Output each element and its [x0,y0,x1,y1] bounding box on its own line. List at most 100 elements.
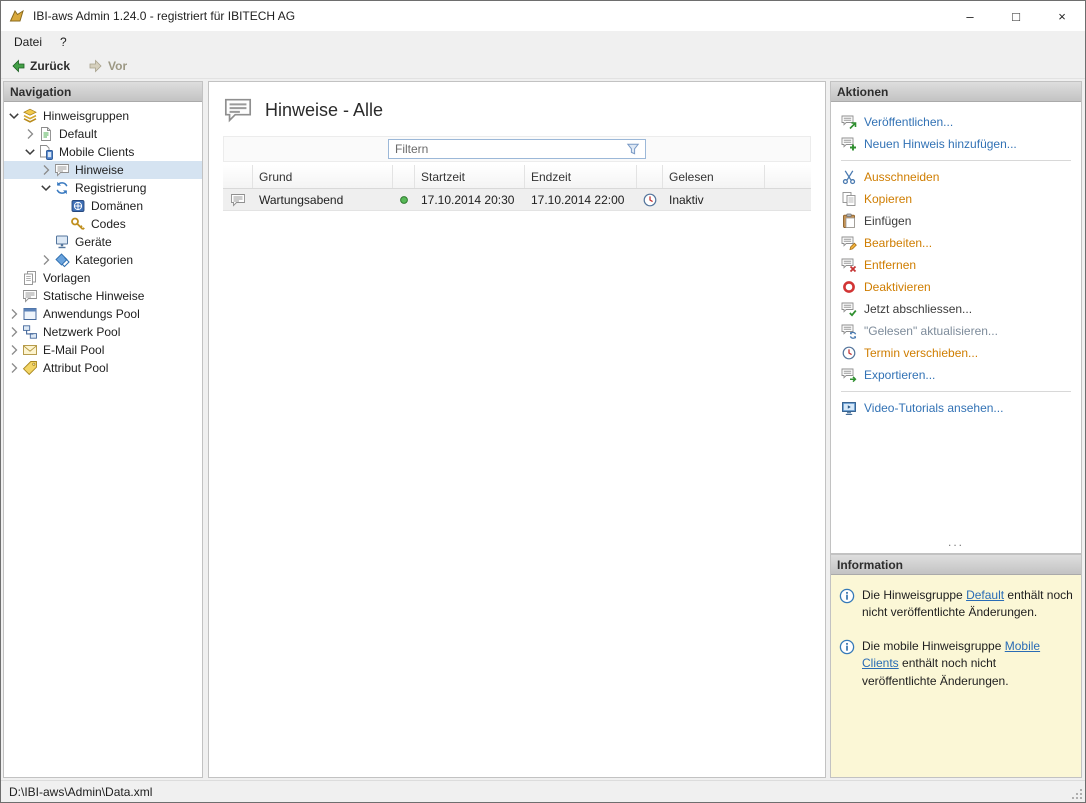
copy-icon [841,191,857,207]
chevron-down-icon[interactable] [6,108,22,124]
navigation-panel: Navigation Hinweisgruppen Default Mobile… [3,81,203,778]
filter-input[interactable] [395,142,625,156]
tree-item-codes[interactable]: Codes [4,215,202,233]
filter-box[interactable] [388,139,646,159]
tree-item-geraete[interactable]: Geräte [4,233,202,251]
key-icon [70,216,87,232]
table-row[interactable]: Wartungsabend 17.10.2014 20:30 17.10.201… [223,189,811,211]
chevron-down-icon[interactable] [22,144,38,160]
action-entfernen[interactable]: Entfernen [841,254,1071,276]
action-video-tutorials[interactable]: Video-Tutorials ansehen... [841,397,1071,419]
chevron-right-icon[interactable] [6,324,22,340]
email-pool-icon [22,342,39,358]
templates-icon [22,270,39,286]
registration-icon [54,180,71,196]
tree-item-hinweisgruppen[interactable]: Hinweisgruppen [4,107,202,125]
chevron-right-icon[interactable] [38,162,54,178]
column-header-gelesen-icon[interactable] [637,165,663,188]
chevron-spacer [54,198,70,214]
notices-table: Grund Startzeit Endzeit Gelesen Wartungs… [223,136,811,763]
menu-help[interactable]: ? [51,33,76,51]
action-neuen-hinweis-hinzufuegen[interactable]: Neuen Hinweis hinzufügen... [841,133,1071,155]
column-header-endzeit[interactable]: Endzeit [525,165,637,188]
add-notice-icon [841,136,857,152]
tree-item-statische-hinweise[interactable]: Statische Hinweise [4,287,202,305]
page-title: Hinweise - Alle [265,100,383,121]
tree-item-mobile-clients[interactable]: Mobile Clients [4,143,202,161]
categories-icon [54,252,71,268]
main-panel: Hinweise - Alle Grund Startzeit Endzeit [208,81,826,778]
chevron-right-icon[interactable] [38,252,54,268]
action-jetzt-abschliessen[interactable]: Jetzt abschliessen... [841,298,1071,320]
tree-item-default[interactable]: Default [4,125,202,143]
devices-icon [54,234,71,250]
tree-item-label: Default [55,127,97,141]
application-pool-icon [22,306,39,322]
reschedule-clock-icon [841,345,857,361]
minimize-button[interactable]: – [947,1,993,31]
publish-icon [841,114,857,130]
action-kopieren[interactable]: Kopieren [841,188,1071,210]
tree-item-attribut-pool[interactable]: Attribut Pool [4,359,202,377]
tree-item-label: E-Mail Pool [39,343,104,357]
status-bar: D:\IBI-aws\Admin\Data.xml [1,780,1085,802]
action-label: Exportieren... [864,368,935,382]
tree-item-netzwerk-pool[interactable]: Netzwerk Pool [4,323,202,341]
toolbar: Zurück Vor [1,53,1085,79]
menu-datei[interactable]: Datei [5,33,51,51]
column-header-status[interactable] [393,165,415,188]
action-deaktivieren[interactable]: Deaktivieren [841,276,1071,298]
app-window: IBI-aws Admin 1.24.0 - registriert für I… [0,0,1086,803]
column-header-gelesen[interactable]: Gelesen [663,165,765,188]
close-button[interactable]: × [1039,1,1085,31]
actions-overflow-indicator[interactable]: ... [841,537,1071,547]
column-header-notice-icon[interactable] [223,165,253,188]
tree-item-registrierung[interactable]: Registrierung [4,179,202,197]
cell-endzeit: 17.10.2014 22:00 [525,193,637,207]
action-label: Video-Tutorials ansehen... [864,401,1003,415]
export-icon [841,367,857,383]
chevron-right-icon[interactable] [22,126,38,142]
action-veroeffentlichen[interactable]: Veröffentlichen... [841,111,1071,133]
filter-funnel-icon[interactable] [625,141,641,157]
page-title-row: Hinweise - Alle [209,82,825,136]
chevron-right-icon[interactable] [6,360,22,376]
actions-panel: Aktionen Veröffentlichen... Neuen Hinwei… [830,81,1082,554]
action-ausschneiden[interactable]: Ausschneiden [841,166,1071,188]
notice-groups-icon [22,108,39,124]
chevron-right-icon[interactable] [6,306,22,322]
tree-item-domaenen[interactable]: Domänen [4,197,202,215]
tree-item-anwendungs-pool[interactable]: Anwendungs Pool [4,305,202,323]
information-header: Information [831,555,1081,575]
forward-button-label: Vor [108,59,127,73]
forward-button: Vor [83,56,132,76]
info-message: Die Hinweisgruppe Default enthält noch n… [862,587,1073,622]
action-label: Neuen Hinweis hinzufügen... [864,137,1017,151]
back-button[interactable]: Zurück [5,56,75,76]
action-exportieren[interactable]: Exportieren... [841,364,1071,386]
column-header-grund[interactable]: Grund [253,165,393,188]
action-einfuegen[interactable]: Einfügen [841,210,1071,232]
column-header-startzeit[interactable]: Startzeit [415,165,525,188]
edit-icon [841,235,857,251]
navigation-tree: Hinweisgruppen Default Mobile Clients Hi… [4,102,202,777]
action-termin-verschieben[interactable]: Termin verschieben... [841,342,1071,364]
action-gelesen-aktualisieren[interactable]: "Gelesen" aktualisieren... [841,320,1071,342]
action-label: Entfernen [864,258,916,272]
tree-item-kategorien[interactable]: Kategorien [4,251,202,269]
info-link-default[interactable]: Default [966,588,1004,602]
resize-grip-icon[interactable] [1068,785,1084,801]
chevron-down-icon[interactable] [38,180,54,196]
action-label: Veröffentlichen... [864,115,953,129]
maximize-button[interactable]: □ [993,1,1039,31]
filter-bar [223,136,811,162]
action-bearbeiten[interactable]: Bearbeiten... [841,232,1071,254]
info-text-prefix: Die Hinweisgruppe [862,588,966,602]
tree-item-vorlagen[interactable]: Vorlagen [4,269,202,287]
tree-item-email-pool[interactable]: E-Mail Pool [4,341,202,359]
chevron-right-icon[interactable] [6,342,22,358]
back-arrow-icon [10,58,26,74]
tree-item-hinweise[interactable]: Hinweise [4,161,202,179]
paste-icon [841,213,857,229]
action-label: Termin verschieben... [864,346,978,360]
